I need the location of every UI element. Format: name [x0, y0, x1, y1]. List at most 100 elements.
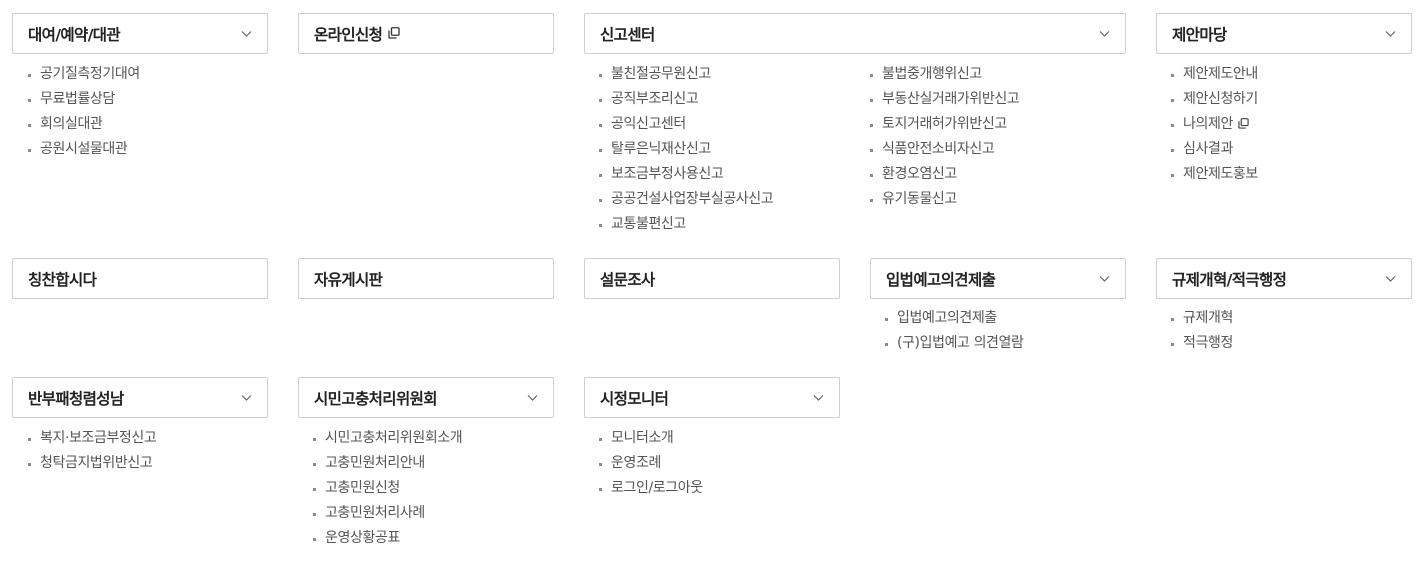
menu-anticorruption[interactable]: 반부패청렴성남: [12, 377, 268, 418]
proposal-links: 제안제도안내 제안신청하기 나의제안 심사결과 제안제도홍보: [1171, 64, 1258, 189]
anticorruption-link[interactable]: 복지·보조금부정신고: [28, 428, 157, 453]
report-link[interactable]: 환경오염신고: [870, 164, 1019, 189]
grievance-link[interactable]: 고충민원처리사례: [313, 503, 462, 528]
menu-legislation[interactable]: 입법예고의견제출: [870, 258, 1126, 299]
grievance-link[interactable]: 운영상황공표: [313, 528, 462, 553]
legislation-links: 입법예고의견제출 (구)입법예고 의견열람: [885, 308, 1024, 358]
bullet: [599, 224, 602, 227]
bullet: [28, 124, 31, 127]
menu-grievance-title: 시민고충처리위원회: [314, 389, 438, 408]
bullet: [28, 74, 31, 77]
menu-grievance[interactable]: 시민고충처리위원회: [298, 377, 554, 418]
bullet: [313, 438, 316, 441]
grievance-link[interactable]: 시민고충처리위원회소개: [313, 428, 463, 453]
chevron-down-icon: [812, 391, 825, 404]
bullet: [885, 343, 888, 346]
bullet: [870, 149, 873, 152]
menu-online[interactable]: 온라인신청: [298, 13, 554, 54]
chevron-down-icon: [526, 391, 539, 404]
bullet: [870, 199, 873, 202]
report-link[interactable]: 공공건설사업장부실공사신고: [599, 189, 774, 214]
report-link[interactable]: 탈루은닉재산신고: [599, 139, 773, 164]
menu-online-title: 온라인신청: [314, 25, 383, 44]
rental-links: 공기질측정기대여 무료법률상담 회의실대관 공원시설물대관: [28, 64, 140, 164]
bullet: [870, 74, 873, 77]
menu-survey-title: 설문조사: [600, 270, 655, 289]
report-link[interactable]: 공직부조리신고: [599, 89, 773, 114]
anticorruption-link[interactable]: 청탁금지법위반신고: [28, 453, 156, 478]
grievance-link[interactable]: 고충민원처리안내: [313, 453, 462, 478]
bullet: [313, 538, 316, 541]
menu-praise[interactable]: 칭찬합시다: [12, 258, 268, 299]
report-link[interactable]: 식품안전소비자신고: [870, 139, 1019, 164]
chevron-down-icon: [240, 391, 253, 404]
menu-regulation[interactable]: 규제개혁/적극행정: [1156, 258, 1412, 299]
bullet: [1171, 149, 1174, 152]
anticorruption-links: 복지·보조금부정신고 청탁금지법위반신고: [28, 428, 157, 478]
bullet: [1171, 74, 1174, 77]
bullet: [870, 99, 873, 102]
legislation-link[interactable]: 입법예고의견제출: [885, 308, 1024, 333]
bullet: [599, 149, 602, 152]
proposal-link[interactable]: 제안신청하기: [1171, 89, 1258, 114]
monitor-link[interactable]: 로그인/로그아웃: [599, 478, 703, 503]
menu-report[interactable]: 신고센터: [584, 13, 1126, 54]
proposal-link[interactable]: 제안제도안내: [1171, 64, 1258, 89]
menu-report-title: 신고센터: [600, 25, 655, 44]
rental-link[interactable]: 회의실대관: [28, 114, 140, 139]
rental-link[interactable]: 무료법률상담: [28, 89, 140, 114]
monitor-link[interactable]: 모니터소개: [599, 428, 703, 453]
report-links-col1: 불친절공무원신고 공직부조리신고 공익신고센터 탈루은닉재산신고 보조금부정사용…: [599, 64, 774, 239]
report-link[interactable]: 부동산실거래가위반신고: [870, 89, 1020, 114]
bullet: [599, 463, 602, 466]
menu-praise-title: 칭찬합시다: [28, 270, 97, 289]
bullet: [313, 488, 316, 491]
menu-board[interactable]: 자유게시판: [298, 258, 554, 299]
bullet: [28, 149, 31, 152]
menu-monitor-title: 시정모니터: [600, 389, 669, 408]
grievance-links: 시민고충처리위원회소개 고충민원처리안내 고충민원신청 고충민원처리사례 운영상…: [313, 428, 463, 553]
report-link[interactable]: 불친절공무원신고: [599, 64, 773, 89]
monitor-link[interactable]: 운영조례: [599, 453, 703, 478]
report-link[interactable]: 불법중개행위신고: [870, 64, 1019, 89]
new-window-icon: [388, 24, 400, 43]
bullet: [599, 124, 602, 127]
menu-anticorruption-title: 반부패청렴성남: [28, 389, 124, 408]
bullet: [1171, 124, 1174, 127]
bullet: [28, 99, 31, 102]
regulation-link[interactable]: 규제개혁: [1171, 308, 1233, 333]
bullet: [313, 513, 316, 516]
report-link[interactable]: 토지거래허가위반신고: [870, 114, 1019, 139]
report-link[interactable]: 유기동물신고: [870, 189, 1019, 214]
proposal-link[interactable]: 나의제안: [1171, 114, 1258, 139]
grievance-link[interactable]: 고충민원신청: [313, 478, 462, 503]
menu-monitor[interactable]: 시정모니터: [584, 377, 840, 418]
report-link[interactable]: 보조금부정사용신고: [599, 164, 773, 189]
menu-survey[interactable]: 설문조사: [584, 258, 840, 299]
chevron-down-icon: [1098, 272, 1111, 285]
rental-link[interactable]: 공원시설물대관: [28, 139, 140, 164]
regulation-link[interactable]: 적극행정: [1171, 333, 1233, 358]
rental-link[interactable]: 공기질측정기대여: [28, 64, 140, 89]
bullet: [599, 74, 602, 77]
chevron-down-icon: [240, 27, 253, 40]
menu-rental[interactable]: 대여/예약/대관: [12, 13, 268, 54]
bullet: [1171, 174, 1174, 177]
menu-proposal[interactable]: 제안마당: [1156, 13, 1412, 54]
bullet: [1171, 99, 1174, 102]
bullet: [599, 174, 602, 177]
menu-board-title: 자유게시판: [314, 270, 383, 289]
menu-proposal-title: 제안마당: [1172, 25, 1227, 44]
proposal-link[interactable]: 심사결과: [1171, 139, 1258, 164]
bullet: [1171, 343, 1174, 346]
menu-rental-title: 대여/예약/대관: [28, 25, 121, 44]
report-link[interactable]: 교통불편신고: [599, 214, 773, 239]
proposal-link[interactable]: 제안제도홍보: [1171, 164, 1258, 189]
legislation-link[interactable]: (구)입법예고 의견열람: [885, 333, 1024, 358]
chevron-down-icon: [1384, 272, 1397, 285]
bullet: [28, 438, 31, 441]
monitor-links: 모니터소개 운영조례 로그인/로그아웃: [599, 428, 703, 503]
bullet: [885, 318, 888, 321]
report-link[interactable]: 공익신고센터: [599, 114, 773, 139]
bullet: [870, 174, 873, 177]
